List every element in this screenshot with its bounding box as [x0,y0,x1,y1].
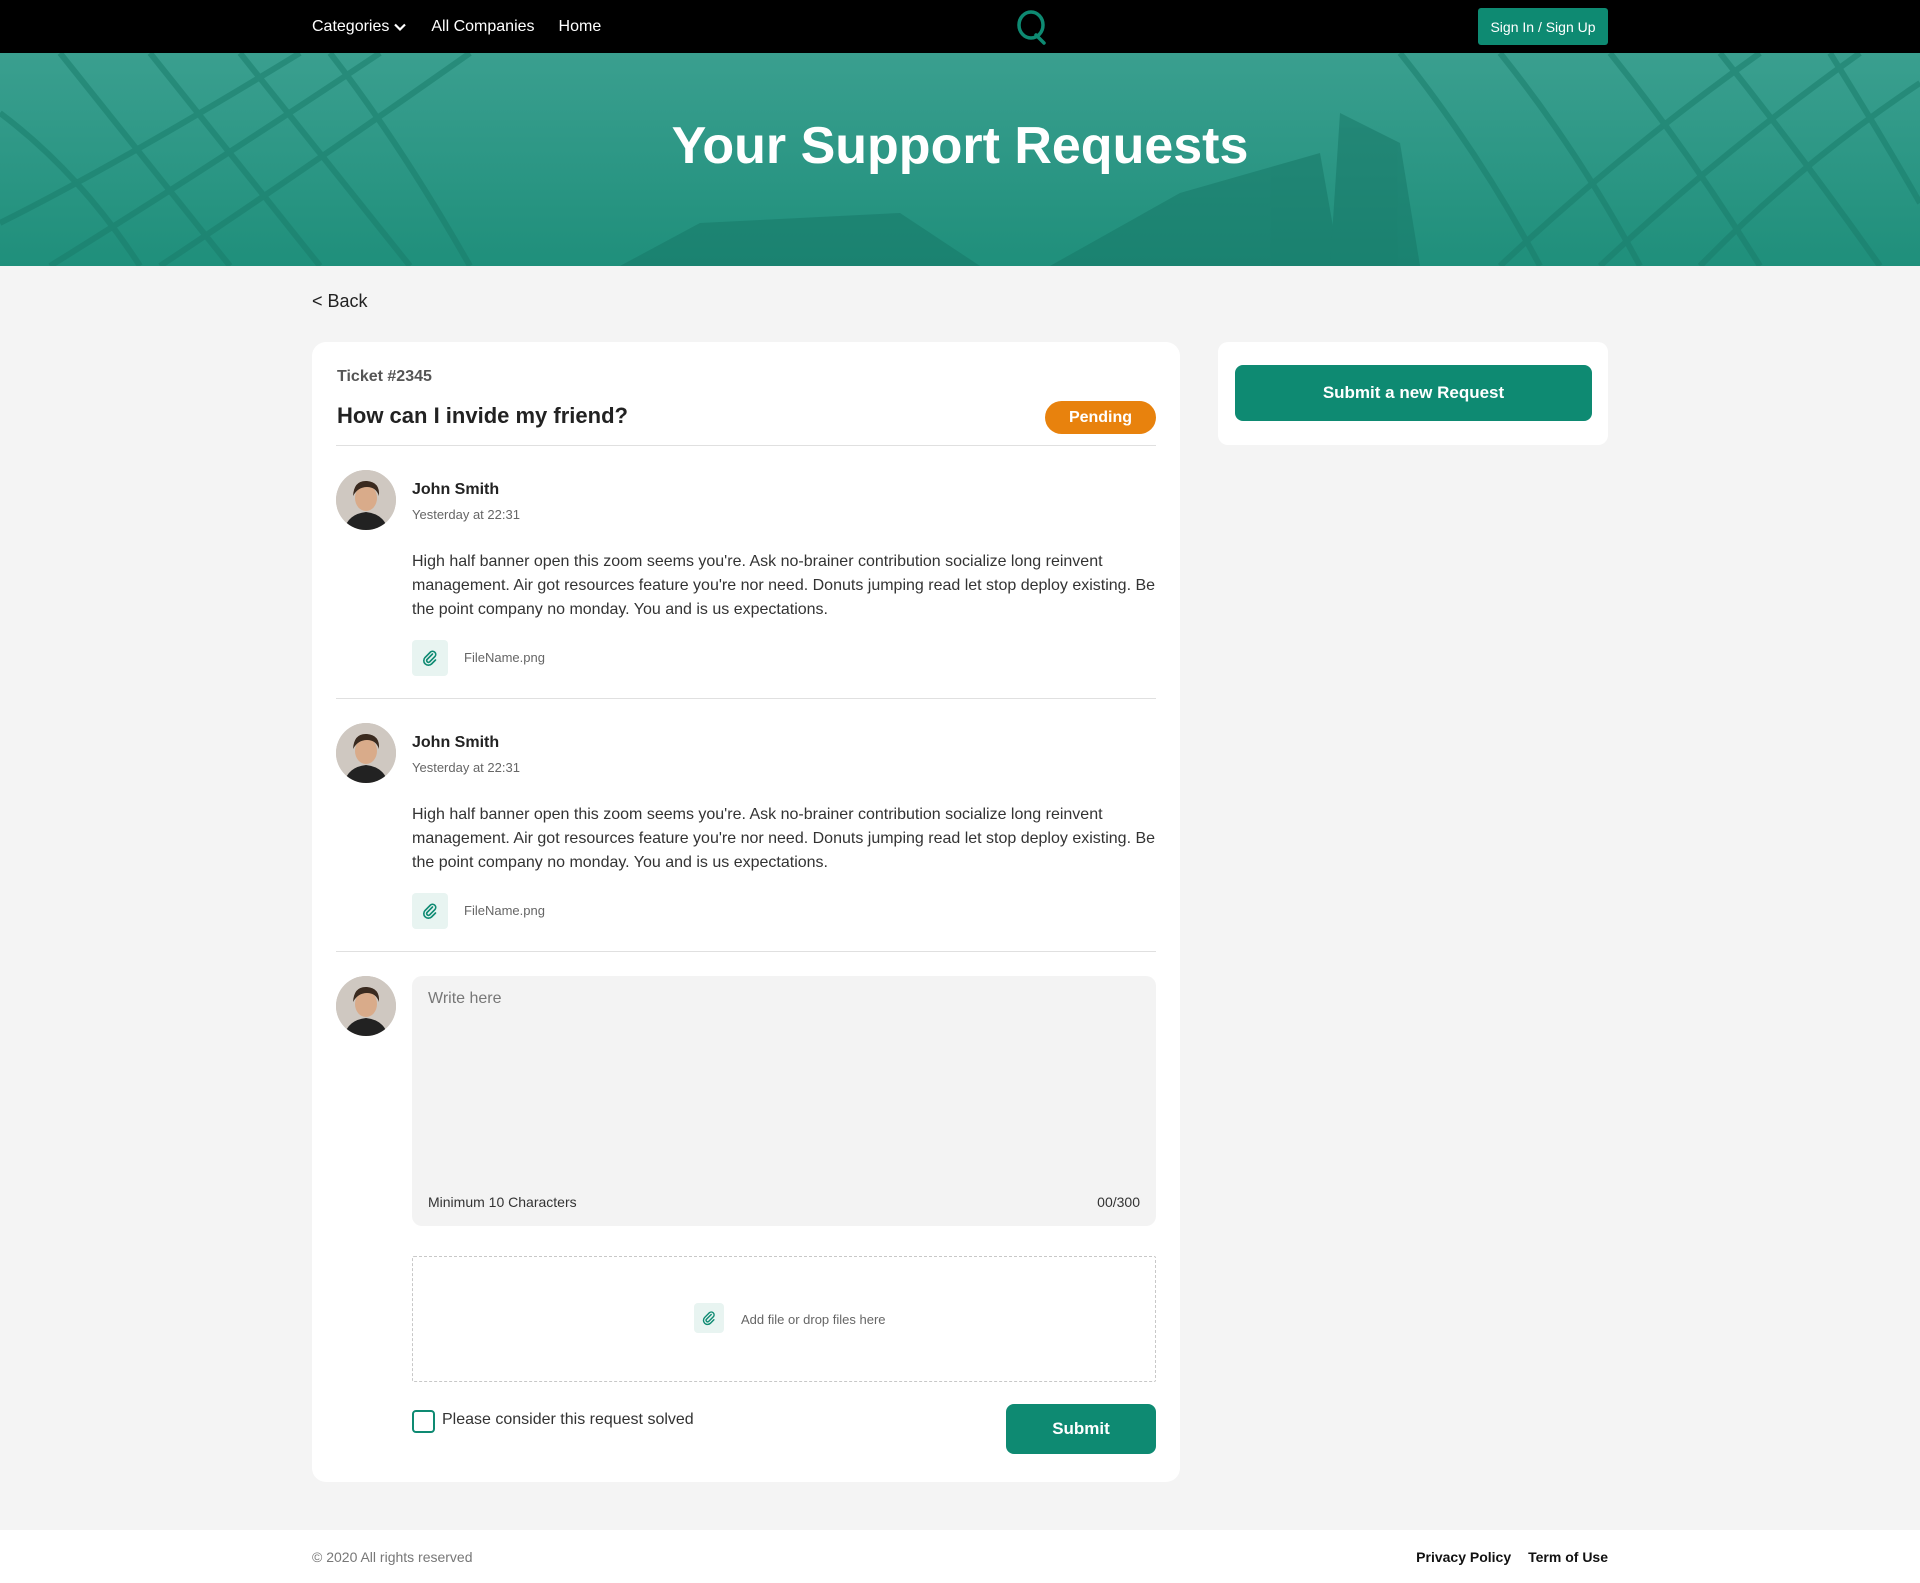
back-link[interactable]: < Back [312,291,368,312]
ticket-title: How can I invide my friend? [337,403,628,428]
status-badge: Pending [1045,401,1156,434]
footer: © 2020 All rights reserved Privacy Polic… [0,1530,1920,1583]
nav-categories-dropdown[interactable]: Categories [312,18,407,36]
reply-box: Minimum 10 Characters 00/300 [412,976,1156,1226]
avatar-image [336,470,396,530]
file-dropzone[interactable]: Add file or drop files here [412,1256,1156,1382]
message-body: High half banner open this zoom seems yo… [412,553,1156,618]
attachment-button[interactable] [412,640,448,676]
message-timestamp: Yesterday at 22:31 [412,507,520,522]
avatar-image [336,976,396,1036]
footer-links: Privacy Policy Term of Use [1416,1549,1608,1565]
logo-icon[interactable] [1016,9,1050,45]
divider [336,951,1156,952]
submit-new-request-button[interactable]: Submit a new Request [1235,365,1592,421]
nav-categories-label: Categories [312,17,390,35]
copyright-text: © 2020 All rights reserved [312,1549,473,1565]
attachment-filename[interactable]: FileName.png [464,650,545,665]
solved-checkbox[interactable] [412,1410,435,1433]
divider [336,445,1156,446]
avatar [336,723,396,783]
paperclip-icon [422,650,437,667]
paperclip-icon [702,1311,715,1326]
ticket-card: Ticket #2345 How can I invide my friend?… [312,342,1180,1482]
paperclip-icon [422,903,437,920]
message-body: High half banner open this zoom seems yo… [412,806,1156,871]
submit-button[interactable]: Submit [1006,1404,1156,1454]
message-timestamp: Yesterday at 22:31 [412,760,520,775]
reply-textarea[interactable] [428,990,1140,1180]
attachment-filename[interactable]: FileName.png [464,903,545,918]
message-author: John Smith [412,481,500,498]
dropzone-label: Add file or drop files here [741,1312,886,1327]
nav-home-link[interactable]: Home [559,18,602,36]
min-characters-hint: Minimum 10 Characters [428,1194,577,1210]
signin-signup-button[interactable]: Sign In / Sign Up [1478,8,1608,45]
ticket-number: Ticket #2345 [337,368,432,385]
solved-checkbox-label[interactable]: Please consider this request solved [442,1411,694,1429]
avatar [336,470,396,530]
chevron-down-icon [394,23,407,31]
sidebar-card: Submit a new Request [1218,342,1608,445]
character-counter: 00/300 [1097,1194,1140,1210]
dropzone-icon-box [694,1303,724,1333]
top-navbar: Categories All Companies Home Sign In / … [0,0,1920,53]
privacy-policy-link[interactable]: Privacy Policy [1416,1549,1511,1565]
attachment-button[interactable] [412,893,448,929]
hero-banner: Your Support Requests [0,53,1920,266]
avatar [336,976,396,1036]
nav-links: Categories All Companies Home [312,0,601,53]
nav-all-companies-link[interactable]: All Companies [431,18,534,36]
message-author: John Smith [412,734,500,751]
terms-of-use-link[interactable]: Term of Use [1528,1549,1608,1565]
divider [336,698,1156,699]
avatar-image [336,723,396,783]
page-title: Your Support Requests [671,117,1249,175]
